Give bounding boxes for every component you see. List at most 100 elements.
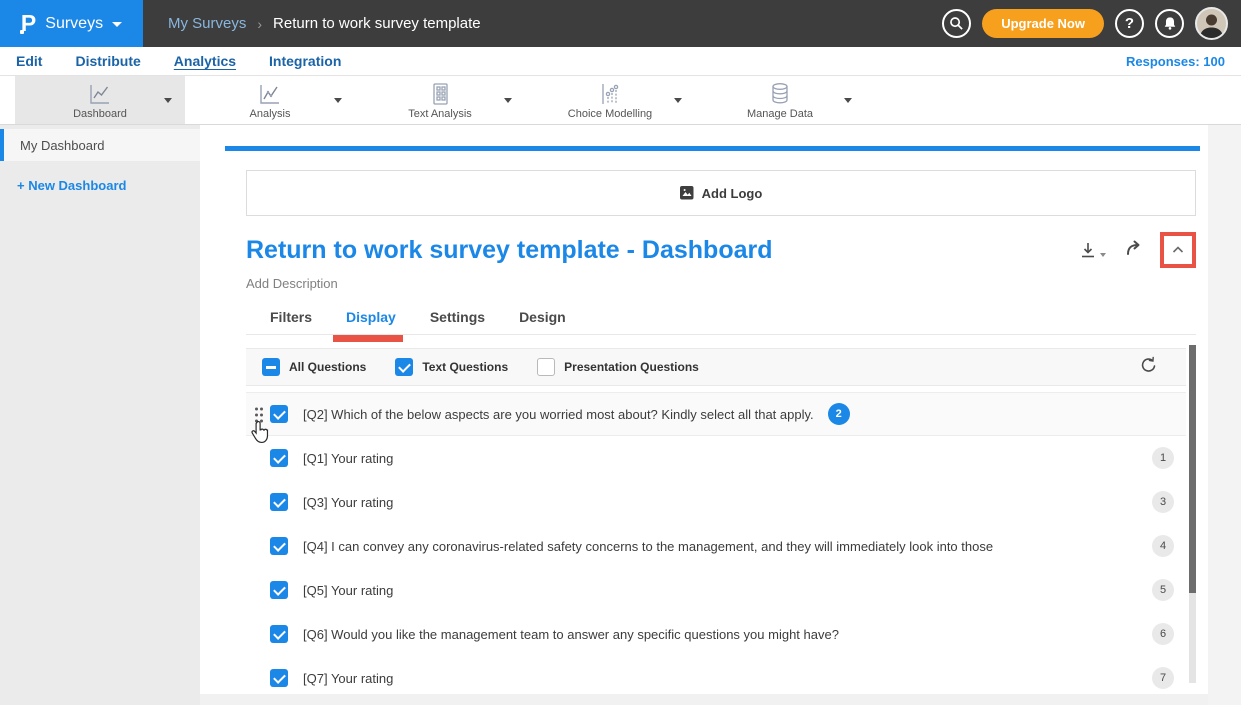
- dashboard-accent-bar: [225, 146, 1200, 151]
- toolbar-item-manage-data[interactable]: Manage Data: [695, 76, 865, 124]
- toolbar-item-choice-modelling[interactable]: Choice Modelling: [525, 76, 695, 124]
- page-title[interactable]: Return to work survey template - Dashboa…: [246, 236, 1078, 265]
- question-label: [Q7] Your rating: [303, 671, 393, 686]
- question-row[interactable]: [Q3] Your rating 3: [246, 480, 1186, 524]
- chevron-down-icon[interactable]: [844, 98, 852, 103]
- add-description-field[interactable]: Add Description: [246, 276, 1208, 291]
- new-dashboard-button[interactable]: + New Dashboard: [17, 178, 200, 193]
- breadcrumb-separator: ›: [257, 16, 262, 32]
- chevron-down-icon[interactable]: [164, 98, 172, 103]
- tab-integration[interactable]: Integration: [269, 53, 341, 69]
- filter-all-questions[interactable]: All Questions: [262, 358, 366, 376]
- toolbar-item-label: Choice Modelling: [568, 108, 652, 120]
- scrollbar-track[interactable]: [1189, 345, 1196, 683]
- sidebar-item-my-dashboard[interactable]: My Dashboard: [0, 129, 200, 161]
- checkbox-checked-icon[interactable]: [270, 625, 288, 643]
- filter-label: All Questions: [289, 360, 366, 374]
- upgrade-now-button[interactable]: Upgrade Now: [982, 9, 1104, 38]
- checkbox-checked-icon[interactable]: [270, 669, 288, 687]
- question-label: [Q3] Your rating: [303, 495, 393, 510]
- question-row[interactable]: [Q5] Your rating 5: [246, 568, 1186, 612]
- product-switcher[interactable]: P Surveys: [0, 0, 143, 47]
- checkbox-checked-icon[interactable]: [270, 449, 288, 467]
- toolbar-item-analysis[interactable]: Analysis: [185, 76, 355, 124]
- scatter-chart-icon: [597, 81, 623, 107]
- question-label: [Q4] I can convey any coronavirus-relate…: [303, 539, 993, 554]
- toolbar-item-label: Text Analysis: [408, 108, 472, 120]
- chevron-down-icon: [1100, 253, 1106, 257]
- analysis-chart-icon: [257, 81, 283, 107]
- tab-analytics[interactable]: Analytics: [174, 53, 236, 69]
- annotation-red-underline: [333, 335, 403, 342]
- question-label: [Q6] Would you like the management team …: [303, 627, 839, 642]
- question-order-badge: 6: [1152, 623, 1174, 645]
- notifications-button[interactable]: [1155, 9, 1184, 38]
- right-gutter: [1208, 125, 1241, 705]
- survey-section-nav: Edit Distribute Analytics Integration Re…: [0, 47, 1241, 76]
- breadcrumb: My Surveys › Return to work survey templ…: [168, 15, 481, 32]
- toolbar-item-label: Manage Data: [747, 108, 813, 120]
- breadcrumb-my-surveys[interactable]: My Surveys: [168, 15, 246, 32]
- checkbox-unchecked-icon[interactable]: [537, 358, 555, 376]
- dashboard-panel: Add Logo Return to work survey template …: [200, 125, 1208, 705]
- checkbox-checked-icon[interactable]: [270, 581, 288, 599]
- question-order-badge: 1: [1152, 447, 1174, 469]
- question-label: [Q2] Which of the below aspects are you …: [303, 407, 814, 422]
- chevron-down-icon[interactable]: [674, 98, 682, 103]
- tab-filters[interactable]: Filters: [270, 309, 312, 334]
- tab-edit[interactable]: Edit: [16, 53, 42, 69]
- drag-handle-icon[interactable]: [254, 406, 264, 424]
- dashboard-sidebar: My Dashboard + New Dashboard: [0, 125, 200, 705]
- filter-presentation-questions[interactable]: Presentation Questions: [537, 358, 699, 376]
- checkbox-indeterminate-icon[interactable]: [262, 358, 280, 376]
- checkbox-checked-icon[interactable]: [395, 358, 413, 376]
- reset-order-button[interactable]: [1140, 356, 1158, 379]
- question-row[interactable]: [Q1] Your rating 1: [246, 436, 1186, 480]
- download-button[interactable]: [1078, 240, 1106, 260]
- responses-count: Responses: 100: [1126, 54, 1225, 69]
- search-button[interactable]: [942, 9, 971, 38]
- top-bar: P Surveys My Surveys › Return to work su…: [0, 0, 1241, 47]
- chevron-down-icon: [112, 22, 122, 27]
- analytics-toolbar: Dashboard Analysis Text Analysis Choice …: [0, 76, 1241, 125]
- tab-display[interactable]: Display: [346, 309, 396, 334]
- question-label: [Q5] Your rating: [303, 583, 393, 598]
- database-icon: [767, 81, 793, 107]
- question-list: [Q2] Which of the below aspects are you …: [246, 392, 1186, 700]
- filter-label: Presentation Questions: [564, 360, 699, 374]
- chevron-up-icon: [1170, 242, 1186, 258]
- tab-distribute[interactable]: Distribute: [75, 53, 140, 69]
- panel-bottom-strip: [200, 694, 1208, 705]
- avatar[interactable]: [1195, 7, 1228, 40]
- text-grid-icon: [427, 81, 453, 107]
- question-filter-bar: All Questions Text Questions Presentatio…: [246, 348, 1186, 386]
- toolbar-item-label: Dashboard: [73, 108, 127, 120]
- image-icon: [680, 186, 694, 200]
- dashboard-tabs: Filters Display Settings Design: [246, 309, 1196, 335]
- checkbox-checked-icon[interactable]: [270, 405, 288, 423]
- help-button[interactable]: ?: [1115, 9, 1144, 38]
- checkbox-checked-icon[interactable]: [270, 537, 288, 555]
- checkbox-checked-icon[interactable]: [270, 493, 288, 511]
- toolbar-item-label: Analysis: [250, 108, 291, 120]
- toolbar-item-text-analysis[interactable]: Text Analysis: [355, 76, 525, 124]
- question-order-badge: 3: [1152, 491, 1174, 513]
- question-row[interactable]: [Q4] I can convey any coronavirus-relate…: [246, 524, 1186, 568]
- tab-design[interactable]: Design: [519, 309, 566, 334]
- tab-settings[interactable]: Settings: [430, 309, 485, 334]
- scrollbar-thumb[interactable]: [1189, 345, 1196, 593]
- toolbar-item-dashboard[interactable]: Dashboard: [15, 76, 185, 124]
- collapse-header-button[interactable]: [1160, 232, 1196, 268]
- questionpro-logo-icon: P: [21, 12, 36, 35]
- user-photo-icon: [1197, 9, 1226, 38]
- add-logo-label: Add Logo: [702, 186, 763, 201]
- chevron-down-icon[interactable]: [504, 98, 512, 103]
- chevron-down-icon[interactable]: [334, 98, 342, 103]
- add-logo-button[interactable]: Add Logo: [246, 170, 1196, 216]
- filter-text-questions[interactable]: Text Questions: [395, 358, 508, 376]
- workspace: My Dashboard + New Dashboard Add Logo Re…: [0, 125, 1241, 705]
- question-row[interactable]: [Q6] Would you like the management team …: [246, 612, 1186, 656]
- question-row[interactable]: [Q2] Which of the below aspects are you …: [246, 392, 1186, 436]
- share-button[interactable]: [1124, 238, 1146, 263]
- question-order-badge: 7: [1152, 667, 1174, 689]
